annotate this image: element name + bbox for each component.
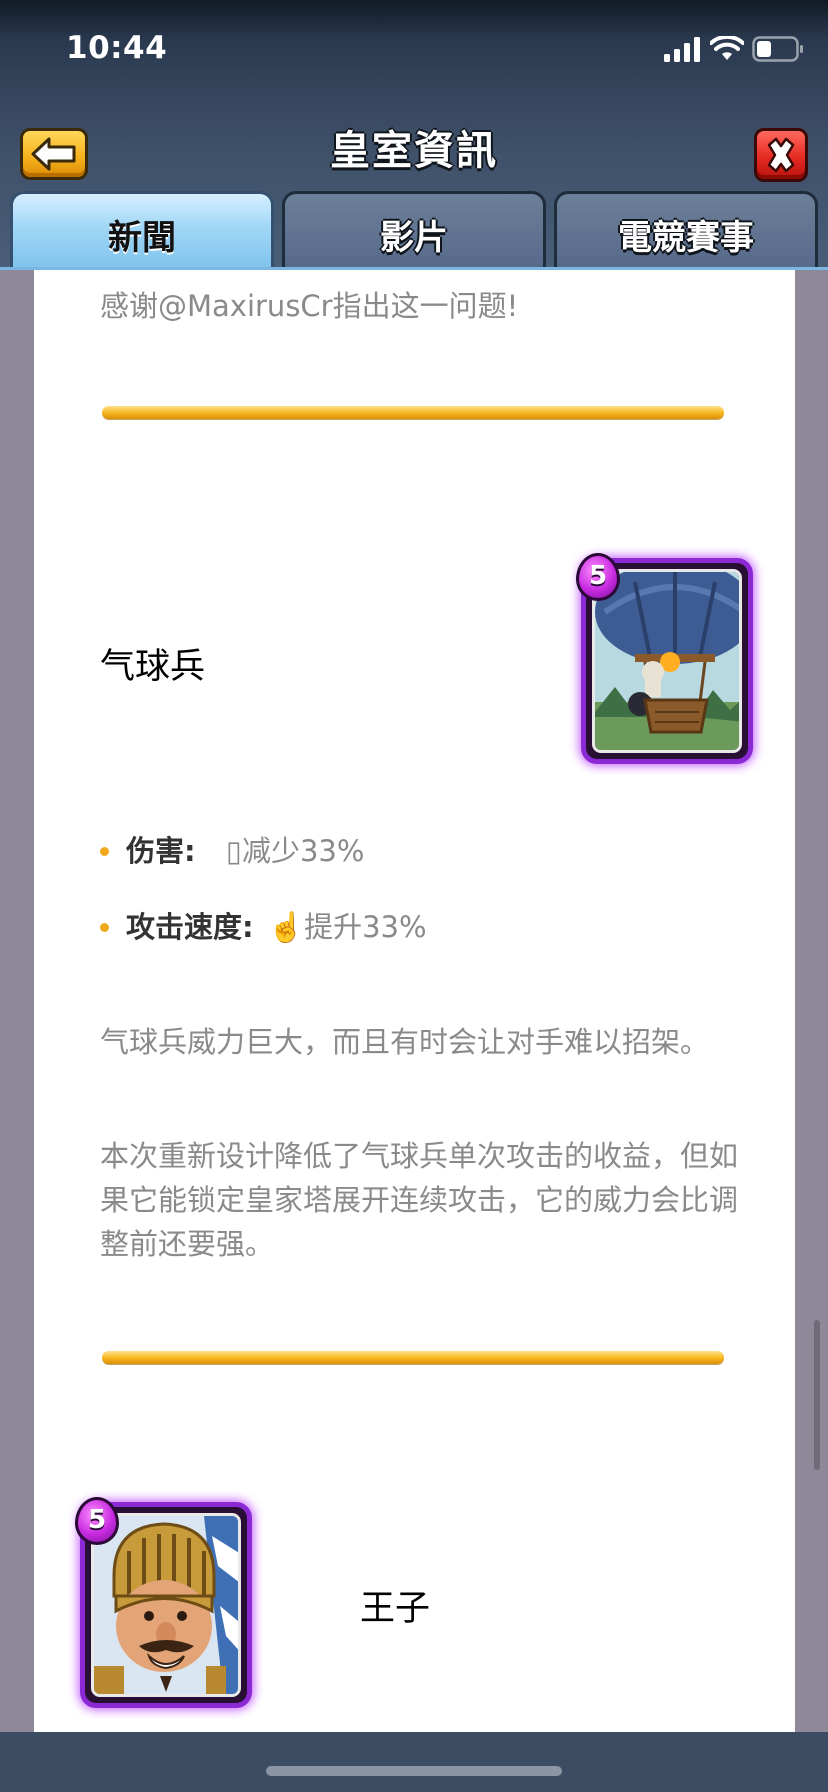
close-button[interactable] xyxy=(754,128,808,182)
scrollbar[interactable] xyxy=(814,1320,820,1470)
balloon-redesign-note: 本次重新设计降低了气球兵单次攻击的收益，但如果它能锁定皇家塔展开连续攻击，它的威… xyxy=(100,1139,739,1261)
status-time: 10:44 xyxy=(66,30,168,66)
tab-esports-label: 電競賽事 xyxy=(618,218,754,258)
app-header: 10:44 皇室資訊 新聞 影片 電競賽事 xyxy=(0,0,828,270)
prince-card-title: 王子 xyxy=(360,1589,431,1629)
stat-list: 伤害: ▯减少33% 攻击速度: ☝️提升33% xyxy=(100,825,740,977)
list-item: 伤害: ▯减少33% xyxy=(100,825,740,901)
prince-card-art xyxy=(91,1513,241,1697)
news-article[interactable]: 感谢@MaxirusCr指出这一问题! 气球兵 5 伤害: ▯减少33% 攻击速… xyxy=(34,270,795,1732)
stat-value: ☝️提升33% xyxy=(268,910,427,944)
tab-news-label: 新聞 xyxy=(108,218,176,258)
tab-news[interactable]: 新聞 xyxy=(10,191,274,270)
status-bar: 10:44 xyxy=(0,0,828,100)
wifi-icon xyxy=(710,36,744,60)
home-indicator[interactable] xyxy=(266,1766,562,1776)
prince-illustration xyxy=(94,1516,238,1694)
tab-bar: 新聞 影片 電競賽事 xyxy=(0,191,828,270)
stat-value: ▯减少33% xyxy=(226,834,365,868)
balloon-card-title: 气球兵 xyxy=(100,647,206,687)
list-item: 攻击速度: ☝️提升33% xyxy=(100,901,740,977)
stat-label: 攻击速度: xyxy=(126,910,254,944)
bullet-icon xyxy=(100,923,109,932)
elixir-cost-badge: 5 xyxy=(576,553,620,601)
tab-videos-label: 影片 xyxy=(380,218,448,258)
tab-esports[interactable]: 電競賽事 xyxy=(554,191,818,270)
bullet-icon xyxy=(100,847,109,856)
balloon-card-art xyxy=(592,569,742,753)
cellular-signal-icon xyxy=(664,37,700,62)
prince-card-image: 5 xyxy=(75,1497,252,1708)
battery-icon xyxy=(752,36,803,62)
tab-videos[interactable]: 影片 xyxy=(282,191,546,270)
section-divider xyxy=(102,406,724,419)
section-divider xyxy=(102,1351,724,1364)
page-title: 皇室資訊 xyxy=(330,128,498,174)
balloon-description: 气球兵威力巨大，而且有时会让对手难以招架。 xyxy=(100,1025,710,1059)
elixir-cost-badge: 5 xyxy=(75,1497,119,1545)
balloon-illustration xyxy=(595,572,739,750)
balloon-card-image: 5 xyxy=(576,553,753,764)
close-icon xyxy=(767,137,795,173)
bottom-bar xyxy=(0,1732,828,1792)
thanks-text: 感谢@MaxirusCr指出这一问题! xyxy=(100,289,519,323)
stat-label: 伤害: xyxy=(126,834,196,868)
